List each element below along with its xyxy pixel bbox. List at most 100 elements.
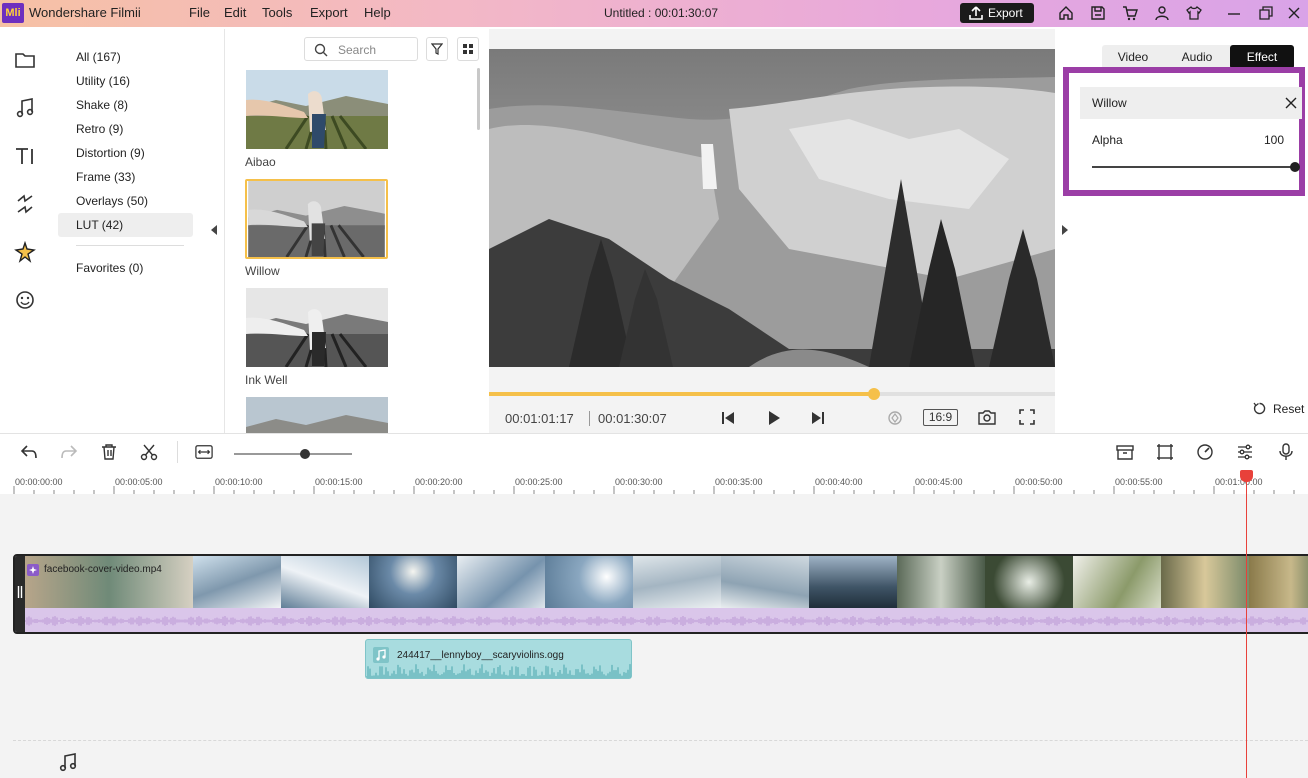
- speed-gauge-icon[interactable]: [1196, 443, 1214, 461]
- reset-button[interactable]: Reset: [1273, 402, 1304, 416]
- menu-edit[interactable]: Edit: [224, 5, 246, 20]
- home-icon[interactable]: [1058, 5, 1074, 21]
- effect-applied-badge-icon: [27, 564, 39, 576]
- ruler-label-45: 00:00:45:00: [915, 477, 963, 487]
- tab-audio[interactable]: Audio: [1166, 45, 1228, 69]
- timeline-zoom-knob[interactable]: [299, 449, 310, 459]
- archive-icon[interactable]: [1116, 443, 1134, 461]
- clip-frame: [281, 556, 369, 608]
- fit-timeline-icon[interactable]: [195, 443, 213, 461]
- search-icon: [314, 43, 328, 57]
- effects-sparkle-icon[interactable]: [14, 241, 36, 263]
- clip-frame: [1073, 556, 1161, 608]
- collapse-panel-right-icon[interactable]: [1061, 225, 1069, 235]
- audio-clip-note-icon: [373, 647, 389, 663]
- playback-progress-knob[interactable]: [867, 388, 880, 400]
- sticker-face-icon[interactable]: [14, 289, 36, 311]
- reset-icon[interactable]: [1253, 402, 1266, 415]
- library-scrollbar[interactable]: [477, 68, 480, 130]
- alpha-slider[interactable]: [1092, 166, 1296, 168]
- effect-thumbnail-ink-well[interactable]: [246, 288, 388, 367]
- menu-tools[interactable]: Tools: [262, 5, 292, 20]
- remove-effect-icon[interactable]: [1285, 97, 1297, 109]
- audio-clip-name: 244417__lennyboy__scaryviolins.ogg: [397, 650, 564, 661]
- grid-view-button[interactable]: [457, 37, 479, 61]
- fullscreen-icon[interactable]: [1019, 409, 1035, 425]
- app-logo: Mli: [2, 3, 24, 23]
- timeline-zoom-slider[interactable]: [234, 453, 352, 455]
- redo-icon[interactable]: [60, 443, 78, 461]
- ruler-label-35: 00:00:35:00: [715, 477, 763, 487]
- play-icon[interactable]: [766, 410, 782, 426]
- playhead-handle[interactable]: [1240, 470, 1253, 482]
- shirt-icon[interactable]: [1186, 5, 1202, 21]
- category-retro[interactable]: Retro (9): [58, 117, 193, 141]
- collapse-panel-left-icon[interactable]: [210, 225, 218, 235]
- effect-thumbnail-aibao[interactable]: [246, 70, 388, 149]
- alpha-label: Alpha: [1092, 133, 1123, 147]
- text-icon[interactable]: [14, 145, 36, 167]
- ruler-label-20: 00:00:20:00: [415, 477, 463, 487]
- audio-note-icon[interactable]: [14, 97, 36, 119]
- category-lut[interactable]: LUT (42): [58, 213, 193, 237]
- category-utility[interactable]: Utility (16): [58, 69, 193, 93]
- category-distortion[interactable]: Distortion (9): [58, 141, 193, 165]
- media-folder-icon[interactable]: [14, 49, 36, 71]
- aspect-ratio-button[interactable]: 16:9: [923, 409, 958, 426]
- ruler-label-60: 00:01:00:00: [1215, 477, 1263, 487]
- split-scissors-icon[interactable]: [140, 443, 158, 461]
- ruler-label-15: 00:00:15:00: [315, 477, 363, 487]
- upload-icon: [969, 6, 983, 20]
- clip-frame: [369, 556, 457, 608]
- tab-video[interactable]: Video: [1102, 45, 1164, 69]
- crop-icon[interactable]: [1156, 443, 1174, 461]
- filter-button[interactable]: [426, 37, 448, 61]
- alpha-value[interactable]: 100: [1264, 133, 1284, 147]
- microphone-icon[interactable]: [1277, 443, 1295, 461]
- next-frame-icon[interactable]: [810, 410, 826, 426]
- menu-export[interactable]: Export: [310, 5, 348, 20]
- effect-label-aibao: Aibao: [245, 155, 276, 169]
- clip-frame: [457, 556, 545, 608]
- category-overlays[interactable]: Overlays (50): [58, 189, 193, 213]
- category-shake[interactable]: Shake (8): [58, 93, 193, 117]
- export-button-label: Export: [988, 6, 1023, 20]
- ruler-label-30: 00:00:30:00: [615, 477, 663, 487]
- ruler-label-5: 00:00:05:00: [115, 477, 163, 487]
- video-clip[interactable]: [13, 554, 1308, 634]
- render-icon[interactable]: [887, 410, 903, 426]
- drag-handle-icon[interactable]: [17, 586, 23, 598]
- total-time: 00:01:30:07: [598, 411, 667, 426]
- category-divider: [76, 245, 184, 246]
- menu-file[interactable]: File: [189, 5, 210, 20]
- transition-icon[interactable]: [14, 193, 36, 215]
- search-input[interactable]: Search: [338, 43, 376, 57]
- adjust-sliders-icon[interactable]: [1236, 443, 1254, 461]
- effect-thumbnail-willow[interactable]: [245, 179, 388, 259]
- restore-icon[interactable]: [1258, 5, 1274, 21]
- undo-icon[interactable]: [20, 443, 38, 461]
- category-favorites[interactable]: Favorites (0): [58, 256, 193, 280]
- effect-thumbnail-partial[interactable]: [246, 397, 388, 433]
- minimize-icon[interactable]: [1226, 5, 1242, 21]
- document-title: Untitled : 00:01:30:07: [604, 6, 719, 20]
- save-icon[interactable]: [1090, 5, 1106, 21]
- tab-effect[interactable]: Effect: [1230, 45, 1294, 69]
- category-all[interactable]: All (167): [58, 45, 193, 69]
- export-button[interactable]: Export: [960, 3, 1034, 23]
- alpha-slider-knob[interactable]: [1290, 162, 1300, 172]
- snapshot-camera-icon[interactable]: [978, 409, 996, 425]
- account-icon[interactable]: [1154, 5, 1170, 21]
- clip-frame: [721, 556, 809, 608]
- toolbar-divider: [0, 433, 1308, 434]
- menu-help[interactable]: Help: [364, 5, 391, 20]
- previous-frame-icon[interactable]: [720, 410, 736, 426]
- music-track-divider: [13, 740, 1308, 741]
- search-box[interactable]: Search: [304, 37, 418, 61]
- close-window-icon[interactable]: [1286, 5, 1302, 21]
- delete-icon[interactable]: [100, 443, 118, 461]
- cart-icon[interactable]: [1122, 5, 1138, 21]
- playback-progress-bar[interactable]: [489, 388, 1055, 400]
- clip-frame: [193, 556, 281, 608]
- category-frame[interactable]: Frame (33): [58, 165, 193, 189]
